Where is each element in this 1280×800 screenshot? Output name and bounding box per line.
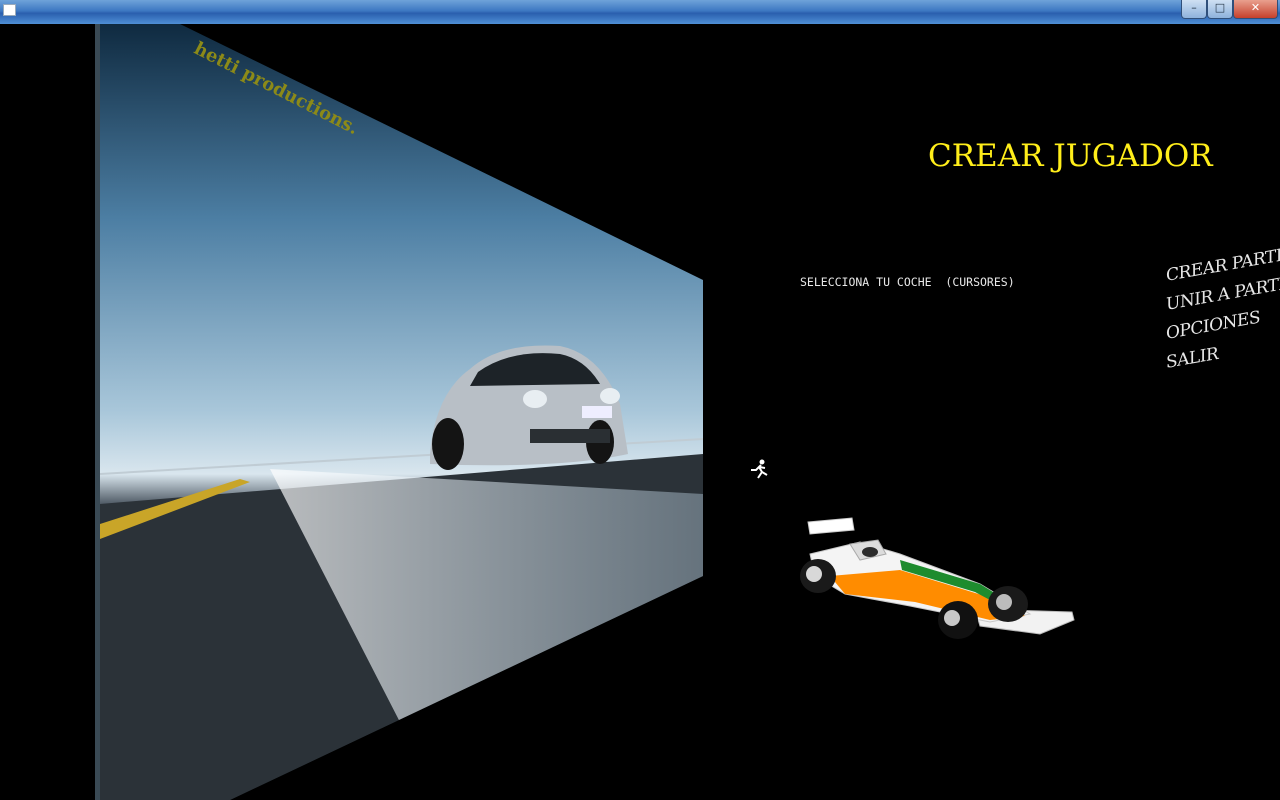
main-menu: CREAR PARTIDA UNIR A PARTIDA OPCIONES SA…: [1166, 237, 1280, 378]
car-select-hint: SELECCIONA TU COCHE (CURSORES): [800, 275, 1015, 289]
app-icon[interactable]: [3, 4, 16, 16]
window-titlebar[interactable]: – □ ✕: [0, 0, 1280, 24]
screen-title: CREAR JUGADOR: [928, 138, 1213, 174]
maximize-button[interactable]: □: [1207, 0, 1233, 19]
panel-frame: [95, 24, 100, 800]
formula-car-icon[interactable]: [790, 514, 1080, 644]
minimize-button[interactable]: –: [1181, 0, 1207, 19]
background-panel: [95, 24, 703, 800]
runner-cursor-icon: [751, 459, 768, 479]
close-button[interactable]: ✕: [1233, 0, 1278, 19]
game-viewport[interactable]: hetti productions. CREAR JUGADOR SELECCI…: [0, 24, 1280, 800]
